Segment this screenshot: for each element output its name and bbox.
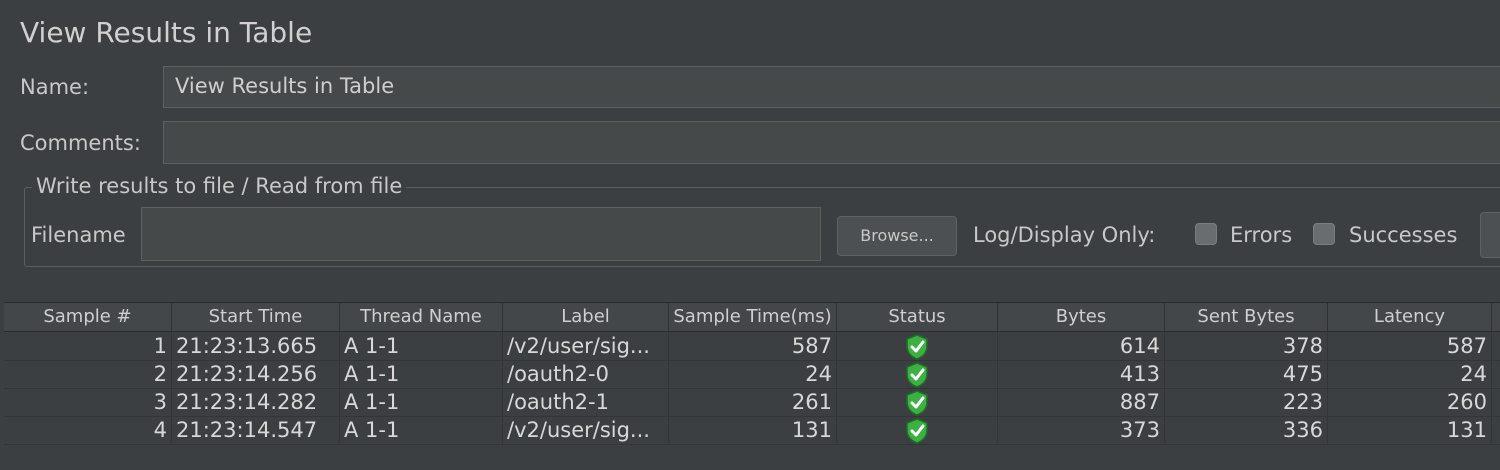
cell-thread-name: A 1-1	[340, 360, 503, 388]
success-shield-icon	[906, 390, 928, 416]
cell-label: /oauth2-1	[503, 388, 669, 416]
comments-label: Comments:	[20, 131, 141, 155]
cell-sample-time: 131	[669, 416, 837, 444]
column-header-start-time[interactable]: Start Time	[172, 303, 340, 331]
cell-thread-name: A 1-1	[340, 416, 503, 444]
cell-status	[837, 360, 998, 388]
table-row[interactable]: 4 21:23:14.547 A 1-1 /v2/user/sig... 131…	[4, 416, 1500, 445]
cell-sample: 4	[4, 416, 172, 444]
column-header-thread-name[interactable]: Thread Name	[340, 303, 503, 331]
name-field[interactable]: View Results in Table	[163, 66, 1500, 108]
file-group-legend: Write results to file / Read from file	[32, 174, 407, 198]
cell-start-time: 21:23:13.665	[172, 332, 340, 360]
errors-label: Errors	[1230, 223, 1293, 247]
cell-sent-bytes: 336	[1165, 416, 1328, 444]
cell-bytes: 413	[998, 360, 1165, 388]
column-header-more[interactable]	[1492, 303, 1500, 331]
column-header-bytes[interactable]: Bytes	[998, 303, 1165, 331]
column-header-label[interactable]: Label	[503, 303, 669, 331]
cell-sent-bytes: 223	[1165, 388, 1328, 416]
cell-status	[837, 416, 998, 444]
cell-sample-time: 24	[669, 360, 837, 388]
column-header-sent-bytes[interactable]: Sent Bytes	[1165, 303, 1328, 331]
results-table: Sample # Start Time Thread Name Label Sa…	[4, 302, 1500, 470]
column-header-sample[interactable]: Sample #	[4, 303, 172, 331]
cell-latency: 587	[1328, 332, 1492, 360]
cell-sample: 1	[4, 332, 172, 360]
table-row[interactable]: 3 21:23:14.282 A 1-1 /oauth2-1 261 887 2…	[4, 388, 1500, 417]
cell-start-time: 21:23:14.547	[172, 416, 340, 444]
page-title: View Results in Table	[20, 16, 313, 49]
cell-label: /v2/user/sig...	[503, 332, 669, 360]
cell-label: /v2/user/sig...	[503, 416, 669, 444]
successes-checkbox[interactable]	[1313, 223, 1335, 245]
name-label: Name:	[20, 75, 90, 99]
cell-sent-bytes: 475	[1165, 360, 1328, 388]
table-row[interactable]: 2 21:23:14.256 A 1-1 /oauth2-0 24 413 47…	[4, 360, 1500, 389]
browse-button[interactable]: Browse...	[837, 216, 957, 256]
cell-label: /oauth2-0	[503, 360, 669, 388]
successes-label: Successes	[1349, 223, 1458, 247]
log-display-label: Log/Display Only:	[973, 223, 1156, 247]
cell-latency: 24	[1328, 360, 1492, 388]
cell-start-time: 21:23:14.256	[172, 360, 340, 388]
cell-bytes: 614	[998, 332, 1165, 360]
success-shield-icon	[906, 362, 928, 388]
success-shield-icon	[906, 418, 928, 444]
success-shield-icon	[906, 334, 928, 360]
cell-thread-name: A 1-1	[340, 332, 503, 360]
cell-sample: 3	[4, 388, 172, 416]
errors-checkbox[interactable]	[1195, 223, 1217, 245]
comments-field[interactable]	[163, 121, 1500, 164]
cell-bytes: 373	[998, 416, 1165, 444]
column-header-sample-time[interactable]: Sample Time(ms)	[669, 303, 837, 331]
cell-status	[837, 332, 998, 360]
cell-start-time: 21:23:14.282	[172, 388, 340, 416]
cell-sample: 2	[4, 360, 172, 388]
column-header-status[interactable]: Status	[837, 303, 998, 331]
filename-input[interactable]	[141, 207, 821, 261]
column-header-latency[interactable]: Latency	[1328, 303, 1492, 331]
table-row[interactable]: 1 21:23:13.665 A 1-1 /v2/user/sig... 587…	[4, 332, 1500, 361]
cell-sample-time: 587	[669, 332, 837, 360]
filename-label: Filename	[31, 223, 126, 247]
cell-thread-name: A 1-1	[340, 388, 503, 416]
cell-sample-time: 261	[669, 388, 837, 416]
cell-latency: 260	[1328, 388, 1492, 416]
table-header: Sample # Start Time Thread Name Label Sa…	[4, 302, 1500, 332]
cell-sent-bytes: 378	[1165, 332, 1328, 360]
cell-latency: 131	[1328, 416, 1492, 444]
cell-bytes: 887	[998, 388, 1165, 416]
configure-button[interactable]	[1480, 212, 1500, 258]
cell-status	[837, 388, 998, 416]
